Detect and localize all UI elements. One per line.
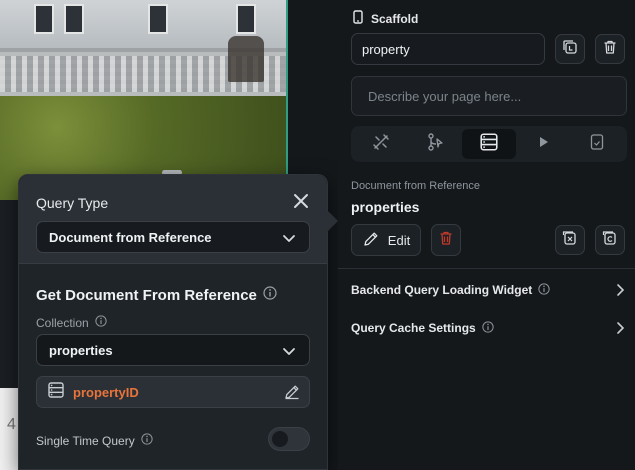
query-type-label: Query Type (36, 195, 109, 211)
action-flow-icon (425, 132, 445, 157)
page-description-placeholder: Describe your page here... (368, 88, 522, 104)
widget-title: Scaffold (371, 11, 419, 26)
query-popup: Query Type Document from Reference Get D… (18, 174, 338, 470)
pencil-icon[interactable] (283, 383, 301, 406)
single-time-query-label: Single Time Query (36, 433, 153, 448)
query-type-summary: Document from Reference (351, 180, 480, 192)
photo-window (34, 4, 54, 34)
photo-window (148, 4, 168, 34)
panel-tabs (351, 126, 627, 162)
panel-divider (338, 268, 635, 269)
clear-code-icon (562, 230, 578, 251)
tab-backend-query[interactable] (462, 129, 516, 159)
row-label: Query Cache Settings (351, 321, 476, 335)
document-icon (588, 133, 606, 156)
duplicate-icon (562, 39, 578, 60)
edit-label: Edit (387, 232, 411, 248)
page-name-value: property (362, 41, 410, 57)
clear-query-button[interactable] (555, 225, 585, 255)
reference-field[interactable]: propertyID (36, 376, 310, 408)
section-title-text: Get Document From Reference (36, 286, 257, 304)
tab-preview[interactable] (516, 129, 570, 159)
collection-value: properties (49, 342, 113, 358)
collection-label-text: Collection (36, 315, 89, 330)
query-cache-settings-row[interactable]: Query Cache Settings (351, 318, 627, 338)
delete-page-button[interactable] (595, 34, 625, 64)
collection-label: Collection (36, 315, 107, 330)
properties-panel: Scaffold property Describe your page her… (338, 0, 635, 470)
popup-pointer (326, 209, 338, 233)
info-icon[interactable] (482, 320, 494, 336)
trash-icon (438, 230, 454, 251)
canvas-selection-edge (286, 0, 288, 200)
photo-window (236, 4, 256, 34)
info-icon[interactable] (263, 286, 277, 304)
single-time-query-toggle[interactable] (268, 427, 310, 451)
trash-icon (602, 39, 618, 60)
tab-properties[interactable] (354, 129, 408, 159)
tools-icon (371, 132, 391, 157)
chevron-down-icon (281, 230, 297, 249)
header-photo (0, 0, 288, 200)
tab-documentation[interactable] (570, 129, 624, 159)
section-title: Get Document From Reference (36, 286, 277, 304)
backend-query-loading-widget-row[interactable]: Backend Query Loading Widget (351, 280, 627, 300)
phone-icon (353, 10, 363, 27)
info-icon[interactable] (141, 433, 153, 448)
query-collection-summary: properties (351, 199, 420, 215)
play-icon (535, 134, 551, 155)
widget-header: Scaffold (353, 10, 418, 27)
toggle-knob (272, 431, 288, 447)
page-name-input[interactable]: property (351, 33, 545, 65)
close-icon[interactable] (291, 191, 311, 211)
pencil-icon (362, 230, 380, 251)
info-icon[interactable] (95, 315, 107, 330)
backend-query-icon (479, 132, 499, 157)
copy-code-icon (602, 230, 618, 251)
photo-window (64, 4, 84, 34)
collection-dropdown[interactable]: properties (36, 334, 310, 366)
canvas-partial-text: 4 (7, 416, 16, 433)
query-type-value: Document from Reference (49, 229, 212, 245)
chevron-down-icon (281, 343, 297, 362)
reference-field-name: propertyID (73, 384, 139, 400)
copy-query-button[interactable] (595, 225, 625, 255)
photo-people (228, 36, 264, 82)
duplicate-button[interactable] (555, 34, 585, 64)
delete-query-button[interactable] (431, 224, 461, 256)
chevron-right-icon (613, 283, 627, 300)
database-icon (47, 381, 65, 404)
section-divider (19, 263, 327, 264)
chevron-right-icon (613, 321, 627, 338)
row-label: Backend Query Loading Widget (351, 283, 533, 297)
edit-query-button[interactable]: Edit (351, 224, 421, 256)
tab-actions[interactable] (408, 129, 462, 159)
info-icon[interactable] (538, 282, 550, 298)
page-description-input[interactable]: Describe your page here... (351, 76, 627, 116)
query-type-dropdown[interactable]: Document from Reference (36, 221, 310, 253)
single-time-query-text: Single Time Query (36, 433, 135, 448)
